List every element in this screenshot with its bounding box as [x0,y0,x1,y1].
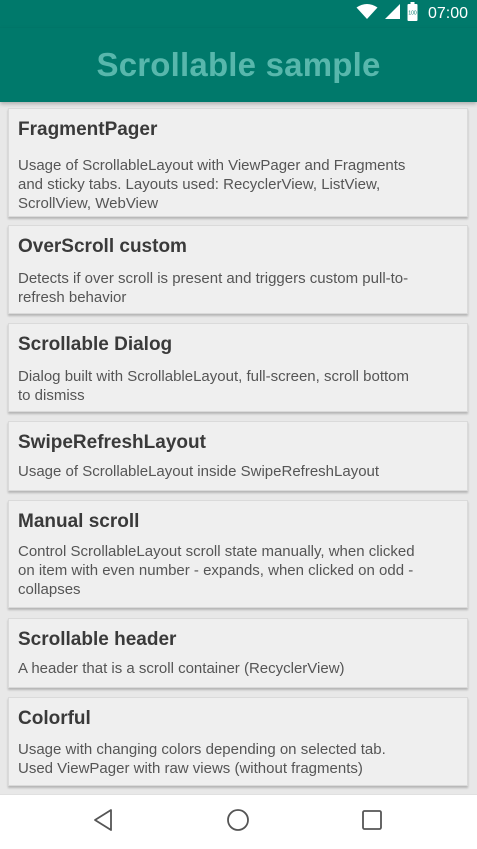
back-icon [92,808,114,837]
sample-description: Control ScrollableLayout scroll state ma… [18,543,415,598]
sample-title: Colorful [18,708,91,729]
sample-item-fragment-pager[interactable]: FragmentPager Usage of ScrollableLayout … [8,108,468,217]
sample-item-scrollable-dialog[interactable]: Scrollable Dialog Dialog built with Scro… [8,323,468,412]
sample-title: FragmentPager [18,119,158,140]
app-title: Scrollable sample [96,46,381,83]
sample-item-swipe-refresh-layout[interactable]: SwipeRefreshLayout Usage of ScrollableLa… [8,421,468,491]
app-bar: Scrollable sample [0,28,477,102]
sample-title: SwipeRefreshLayout [18,432,206,453]
status-bar: 100 07:00 [0,0,477,28]
sample-title: OverScroll custom [18,236,187,257]
sample-title: Scrollable header [18,629,177,650]
battery-icon: 100 [407,2,418,26]
sample-item-scrollable-header[interactable]: Scrollable header A header that is a scr… [8,618,468,688]
status-icons: 100 07:00 [356,0,468,28]
sample-description: Usage with changing colors depending on … [18,741,386,777]
sample-item-manual-scroll[interactable]: Manual scroll Control ScrollableLayout s… [8,500,468,608]
sample-description: Usage of ScrollableLayout inside SwipeRe… [18,463,380,480]
recents-button[interactable] [357,807,387,837]
home-button[interactable] [223,807,253,837]
sample-description: Detects if over scroll is present and tr… [18,270,409,306]
sample-title: Manual scroll [18,511,140,532]
sample-item-overscroll-custom[interactable]: OverScroll custom Detects if over scroll… [8,225,468,314]
navigation-bar [0,794,477,849]
status-time: 07:00 [427,5,468,22]
home-icon [226,808,250,837]
sample-item-colorful[interactable]: Colorful Usage with changing colors depe… [8,697,468,786]
cell-signal-icon [384,3,401,25]
recents-icon [361,809,383,836]
battery-label: 100 [408,11,417,17]
sample-title: Scrollable Dialog [18,334,173,355]
sample-description: Usage of ScrollableLayout with ViewPager… [18,157,406,212]
back-button[interactable] [88,807,118,837]
sample-description: Dialog built with ScrollableLayout, full… [18,368,410,404]
sample-list[interactable]: FragmentPager Usage of ScrollableLayout … [0,102,477,794]
wifi-icon [356,3,378,25]
sample-description: A header that is a scroll container (Rec… [18,660,345,677]
